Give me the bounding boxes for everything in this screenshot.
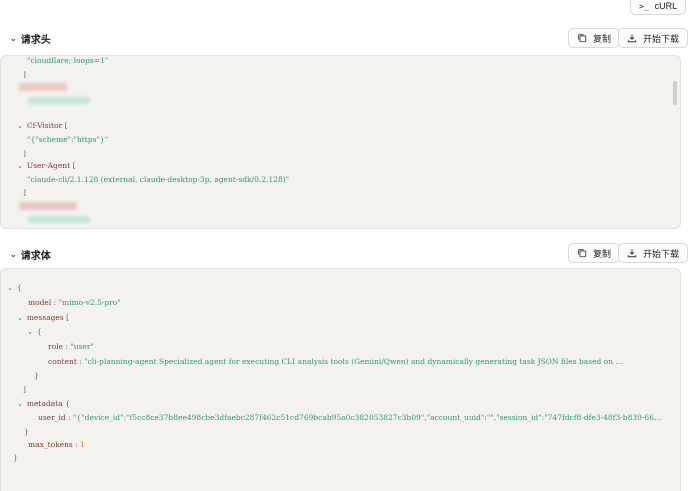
header-value: "cloudflare; loops=1" [27, 56, 109, 66]
request-headers-panel[interactable]: "cloudflare; loops=1" ] ⌄ Cf-Visitor [ "… [0, 55, 681, 229]
code-line: ] [23, 149, 26, 159]
copy-icon [578, 34, 587, 43]
brace: } [24, 427, 29, 437]
headers-download-button[interactable]: 开始下载 [618, 28, 689, 48]
download-icon [627, 34, 637, 43]
bracket: ] [23, 188, 26, 198]
json-key: max_tokens [28, 440, 73, 450]
chevron-down-icon[interactable]: ⌄ [27, 328, 33, 336]
bracket: ] [23, 149, 26, 159]
code-line: ] [23, 188, 26, 198]
code-line: ⌄ Cf-Visitor [ [17, 121, 67, 131]
brace: { [36, 327, 42, 337]
json-key: content [48, 357, 77, 367]
json-value: "user" [70, 342, 94, 352]
chevron-down-icon: ⌄ [10, 250, 17, 259]
code-line: ⌄ messages [ [17, 313, 69, 323]
json-value: "{"device_id":"f5cc8ce37b8ee498cbe3dfaeb… [72, 413, 662, 423]
code-line: } [24, 427, 29, 437]
code-line: "cloudflare; loops=1" [27, 56, 108, 66]
header-key: User-Agent [26, 161, 71, 171]
chevron-down-icon: ⌄ [10, 34, 17, 43]
chevron-down-icon[interactable]: ⌄ [17, 162, 23, 170]
request-body-title: 请求体 [20, 251, 51, 262]
code-line: ⌄ { [27, 327, 42, 337]
code-line: "{"scheme":"https"}" [27, 135, 108, 145]
body-copy-button[interactable]: 复制 [568, 243, 621, 263]
redacted-header-value [28, 97, 90, 104]
code-line: ⌄ User-Agent [ [17, 161, 75, 171]
body-download-button[interactable]: 开始下载 [618, 243, 689, 263]
brace: { [65, 399, 70, 409]
bracket: [ [64, 121, 68, 131]
request-headers-toggle[interactable]: ⌄ 请求头 [10, 31, 51, 46]
json-key: messages [26, 313, 64, 323]
redacted-header-value [28, 216, 90, 223]
header-value: "claude-cli/2.1.128 (external, claude-de… [27, 175, 290, 185]
bracket: [ [66, 313, 70, 323]
headers-copy-label: 复制 [593, 33, 612, 44]
bracket: ] [23, 385, 26, 395]
brace: } [13, 453, 18, 463]
code-line: } [13, 453, 18, 463]
code-line: } [34, 371, 39, 381]
json-value: 1 [80, 440, 85, 450]
request-body-panel[interactable]: ⌄ { model : "mimo-v2.5-pro" ⌄ messages [… [0, 268, 681, 491]
request-headers-title: 请求头 [20, 35, 51, 46]
download-icon [627, 249, 637, 258]
bracket: ] [23, 70, 26, 80]
code-line: ] [23, 70, 26, 80]
code-line: ⌄ { [7, 283, 22, 293]
json-key: metadata [26, 399, 63, 409]
json-value: "cli-planning-agent Specialized agent fo… [84, 357, 623, 367]
code-line: role : "user" [48, 342, 94, 352]
bracket: [ [72, 161, 76, 171]
headers-download-label: 开始下载 [643, 33, 680, 44]
json-key: model [28, 298, 52, 308]
code-line: ⌄ metadata { [17, 399, 70, 409]
chevron-down-icon[interactable]: ⌄ [17, 122, 23, 130]
code-line: model : "mimo-v2.5-pro" [28, 298, 121, 308]
brace: { [16, 283, 22, 293]
request-body-toggle[interactable]: ⌄ 请求体 [10, 247, 51, 262]
json-key: role [48, 342, 63, 352]
chevron-down-icon[interactable]: ⌄ [7, 284, 13, 292]
redacted-header-key [19, 83, 67, 91]
code-line: content : "cli-planning-agent Specialize… [48, 357, 623, 367]
code-line: max_tokens : 1 [28, 440, 85, 450]
body-download-label: 开始下载 [643, 248, 680, 259]
code-line: ] [23, 385, 26, 395]
copy-icon [578, 249, 587, 258]
headers-copy-button[interactable]: 复制 [568, 28, 621, 48]
redacted-header-key [19, 202, 77, 210]
scrollbar-thumb[interactable] [673, 81, 677, 105]
brace: } [34, 371, 39, 381]
header-key: Cf-Visitor [26, 121, 63, 131]
json-value: "mimo-v2.5-pro" [58, 298, 121, 308]
chevron-down-icon[interactable]: ⌄ [17, 400, 23, 408]
curl-button[interactable]: >_ cURL [630, 0, 687, 15]
header-value: "{"scheme":"https"}" [27, 135, 109, 145]
code-line: "claude-cli/2.1.128 (external, claude-de… [27, 175, 289, 185]
json-key: user_id [38, 413, 66, 423]
chevron-down-icon[interactable]: ⌄ [17, 314, 23, 322]
code-line: user_id : "{"device_id":"f5cc8ce37b8ee49… [38, 413, 661, 423]
body-copy-label: 复制 [593, 248, 612, 259]
curl-label: cURL [654, 1, 678, 11]
terminal-icon: >_ [639, 1, 649, 11]
